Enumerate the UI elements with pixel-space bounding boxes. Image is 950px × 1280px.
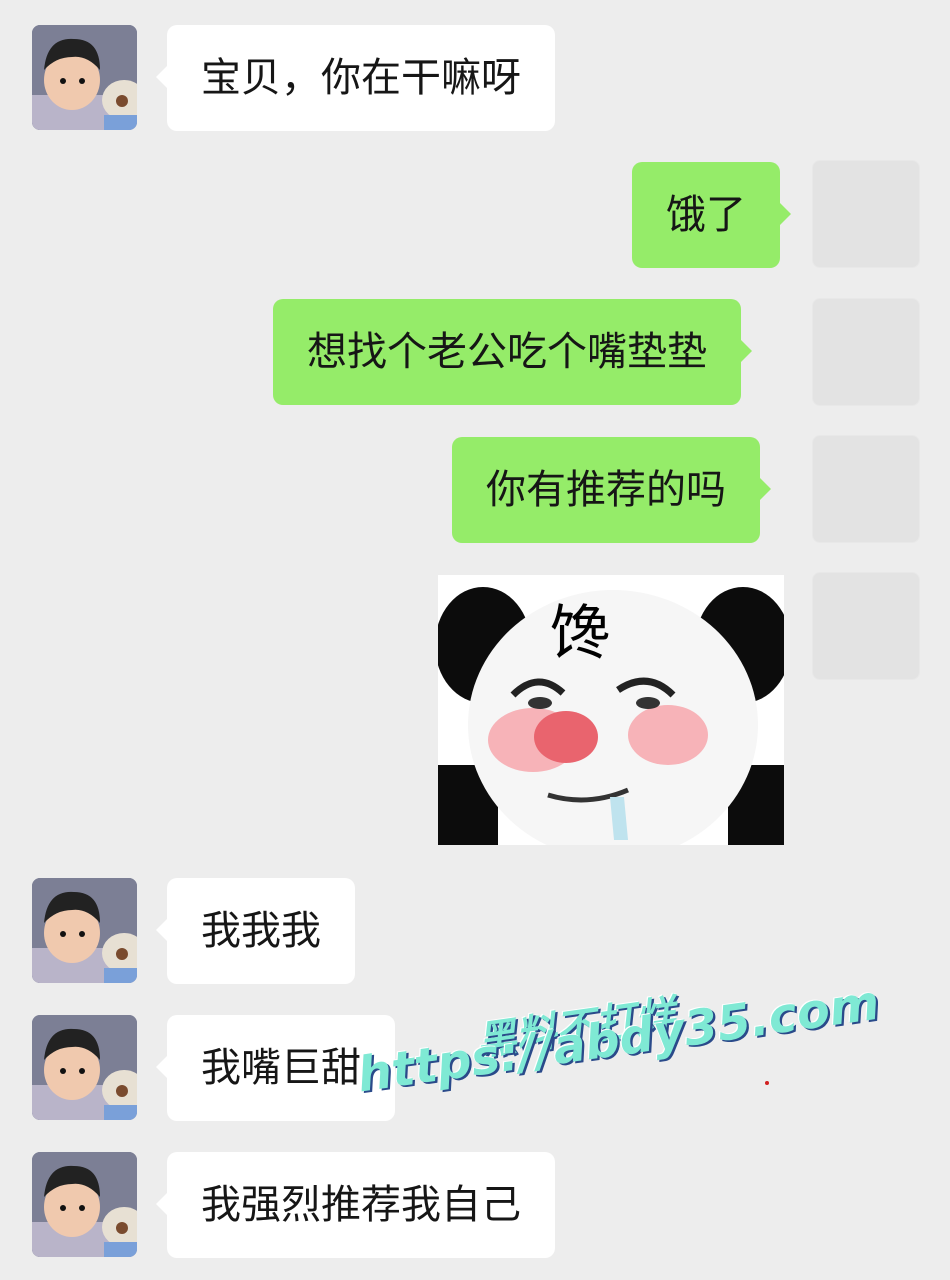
message-text: 我我我 (201, 908, 321, 954)
my-avatar[interactable] (812, 435, 920, 543)
avatar-photo-icon (32, 1015, 137, 1120)
message-text: 想找个老公吃个嘴垫垫 (307, 329, 707, 375)
contact-avatar[interactable] (32, 1015, 137, 1120)
watermark-title: 黑料不打烊 (473, 992, 678, 1066)
message-text: 我强烈推荐我自己 (201, 1182, 521, 1228)
incoming-message-bubble[interactable]: 我强烈推荐我自己 (156, 1152, 555, 1258)
watermark-url: https://abdy35.com (354, 974, 883, 1104)
contact-avatar[interactable] (32, 25, 137, 130)
my-avatar[interactable] (812, 298, 920, 406)
outgoing-message-bubble[interactable]: 想找个老公吃个嘴垫垫 (273, 299, 752, 405)
message-text: 你有推荐的吗 (486, 467, 726, 513)
avatar-photo-icon (32, 1152, 137, 1257)
my-avatar[interactable] (812, 572, 920, 680)
chat-area: 宝贝，你在干嘛呀 饿了 想找个老公吃个嘴垫垫 你有推荐的吗 馋 我我我 我嘴巨甜… (0, 0, 950, 1280)
sticker-caption: 馋 (550, 599, 610, 669)
incoming-message-bubble[interactable]: 我我我 (156, 878, 355, 984)
contact-avatar[interactable] (32, 878, 137, 983)
message-text: 饿了 (666, 192, 746, 238)
avatar-photo-icon (32, 25, 137, 130)
panda-sticker[interactable]: 馋 (438, 575, 784, 845)
avatar-photo-icon (32, 878, 137, 983)
outgoing-message-bubble[interactable]: 你有推荐的吗 (452, 437, 771, 543)
panda-face-icon (438, 575, 784, 845)
message-text: 我嘴巨甜 (201, 1045, 361, 1091)
contact-avatar[interactable] (32, 1152, 137, 1257)
incoming-message-bubble[interactable]: 我嘴巨甜 (156, 1015, 395, 1121)
my-avatar[interactable] (812, 160, 920, 268)
incoming-message-bubble[interactable]: 宝贝，你在干嘛呀 (156, 25, 555, 131)
red-dot (765, 1081, 769, 1085)
message-text: 宝贝，你在干嘛呀 (201, 55, 521, 101)
outgoing-message-bubble[interactable]: 饿了 (632, 162, 791, 268)
